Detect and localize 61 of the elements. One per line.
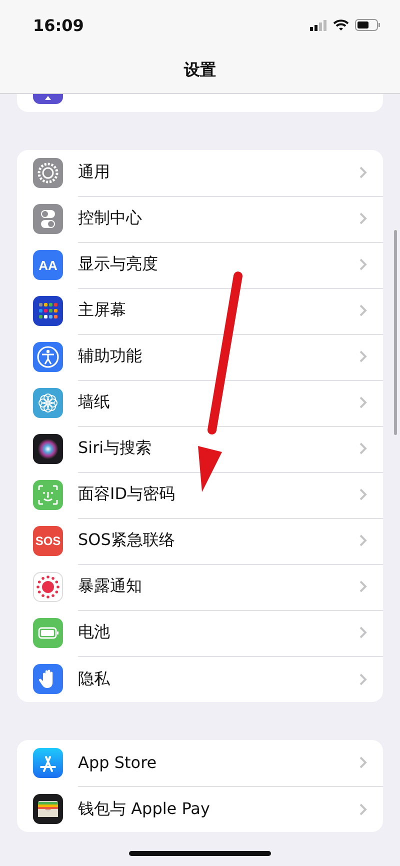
row-label: 主屏幕: [78, 300, 127, 321]
row-label: 显示与亮度: [78, 254, 159, 275]
chevron-icon: [359, 442, 367, 455]
chevron-icon: [359, 756, 367, 769]
app-icon: [33, 434, 63, 464]
chevron-icon: [359, 166, 367, 179]
row-label: 辅助功能: [78, 346, 143, 367]
settings-row[interactable]: App Store: [17, 740, 383, 786]
settings-row[interactable]: 面容ID与密码: [17, 472, 383, 518]
app-icon: [33, 204, 63, 234]
chevron-icon: [359, 396, 367, 409]
app-icon: [33, 342, 63, 372]
chevron-icon: [359, 350, 367, 363]
chevron-icon: [359, 304, 367, 317]
row-label: 控制中心: [78, 208, 143, 229]
row-label: App Store: [78, 753, 158, 772]
chevron-icon: [359, 488, 367, 501]
page-title: 设置: [184, 60, 216, 79]
settings-row[interactable]: 主屏幕: [17, 288, 383, 334]
app-icon: [33, 794, 63, 824]
app-icon: [33, 748, 63, 778]
app-icon: SOS: [33, 526, 63, 556]
row-label: 钱包与 Apple Pay: [78, 798, 211, 820]
app-icon: [33, 388, 63, 418]
chevron-icon: [359, 672, 367, 686]
chevron-icon: [359, 258, 367, 271]
settings-row[interactable]: AA 显示与亮度: [17, 242, 383, 288]
settings-row[interactable]: 钱包与 Apple Pay: [17, 786, 383, 832]
app-icon: [33, 572, 63, 602]
row-label: Siri与搜索: [78, 438, 153, 459]
chevron-icon: [359, 626, 367, 639]
app-icon: [33, 618, 63, 648]
row-label: 面容ID与密码: [78, 484, 176, 505]
chevron-icon: [359, 580, 367, 593]
row-label: 通用: [78, 162, 111, 183]
row-label: 暴露通知: [78, 576, 143, 597]
settings-row[interactable]: 电池: [17, 610, 383, 656]
app-icon: [33, 296, 63, 326]
chevron-icon: [359, 802, 367, 816]
chevron-icon: [359, 212, 367, 225]
app-icon: [33, 158, 63, 188]
settings-row[interactable]: 控制中心: [17, 196, 383, 242]
app-icon[interactable]: [33, 94, 63, 104]
app-icon: [33, 480, 63, 510]
row-label: 墙纸: [78, 392, 111, 413]
settings-row[interactable]: SOS SOS紧急联络: [17, 518, 383, 564]
app-icon: AA: [33, 250, 63, 280]
signal-icon: [310, 20, 327, 30]
row-label: 电池: [78, 622, 111, 643]
settings-row[interactable]: 辅助功能: [17, 334, 383, 380]
wifi-icon: [333, 19, 349, 31]
settings-row[interactable]: 墙纸: [17, 380, 383, 426]
app-icon: [33, 664, 63, 694]
row-label: SOS紧急联络: [78, 530, 176, 551]
settings-row[interactable]: 隐私: [17, 656, 383, 702]
status-time: 16:09: [33, 16, 84, 34]
chevron-icon: [359, 534, 367, 547]
row-label: 隐私: [78, 668, 111, 690]
settings-row[interactable]: 暴露通知: [17, 564, 383, 610]
battery-icon: [355, 19, 380, 31]
settings-row[interactable]: 通用: [17, 150, 383, 196]
